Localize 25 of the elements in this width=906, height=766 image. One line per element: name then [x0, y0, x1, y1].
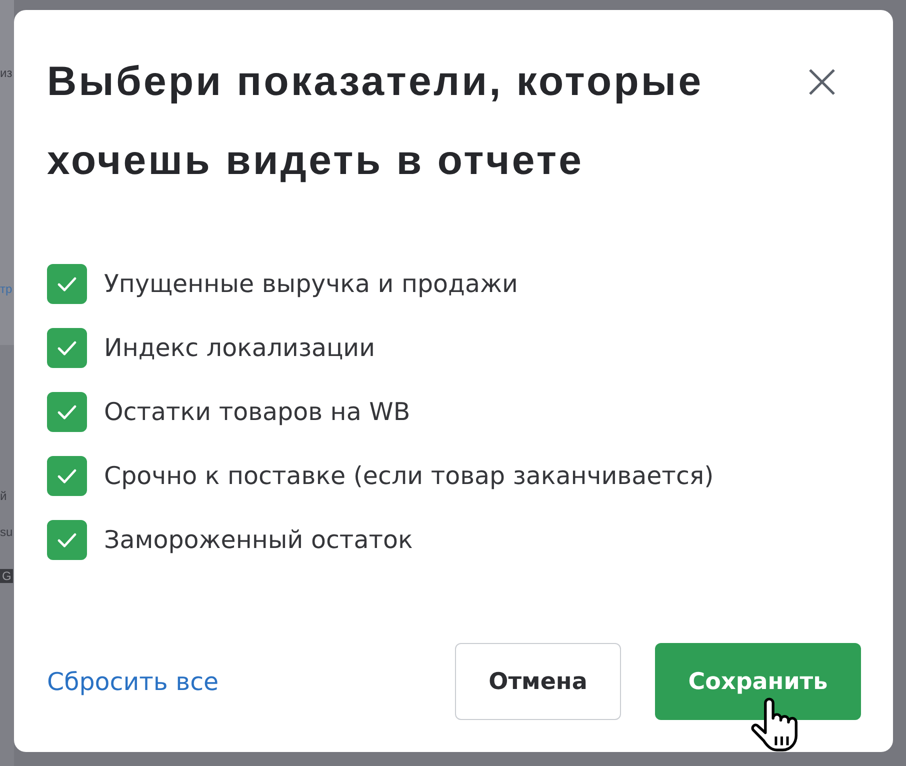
text-fragment: из — [0, 66, 12, 80]
checkbox[interactable] — [47, 264, 87, 304]
checkbox[interactable] — [47, 328, 87, 368]
checkmark-icon — [57, 532, 77, 548]
text-fragment: su — [0, 525, 13, 539]
option-label: Замороженный остаток — [104, 525, 413, 555]
checkmark-icon — [57, 404, 77, 420]
option-label: Срочно к поставке (если товар заканчивается) — [104, 461, 714, 491]
text-fragment: й — [0, 489, 7, 503]
reset-all-link[interactable]: Сбросить все — [47, 666, 219, 696]
save-button[interactable]: Сохранить — [655, 643, 861, 720]
checkmark-icon — [57, 340, 77, 356]
checkmark-icon — [57, 468, 77, 484]
checkbox[interactable] — [47, 520, 87, 560]
checkbox[interactable] — [47, 392, 87, 432]
link-fragment: тр — [0, 282, 12, 296]
dialog-title: Выбери показатели, которые хочешь видеть в отчете — [47, 57, 704, 185]
option-label: Упущенные выручка и продажи — [104, 269, 518, 299]
close-icon — [808, 68, 836, 96]
option-label: Индекс локализации — [104, 333, 376, 363]
checkbox[interactable] — [47, 456, 87, 496]
checkmark-icon — [57, 276, 77, 292]
badge-fragment: G — [0, 569, 14, 583]
option-label: Остатки товаров на WB — [104, 397, 410, 427]
cancel-button[interactable]: Отмена — [455, 643, 621, 720]
